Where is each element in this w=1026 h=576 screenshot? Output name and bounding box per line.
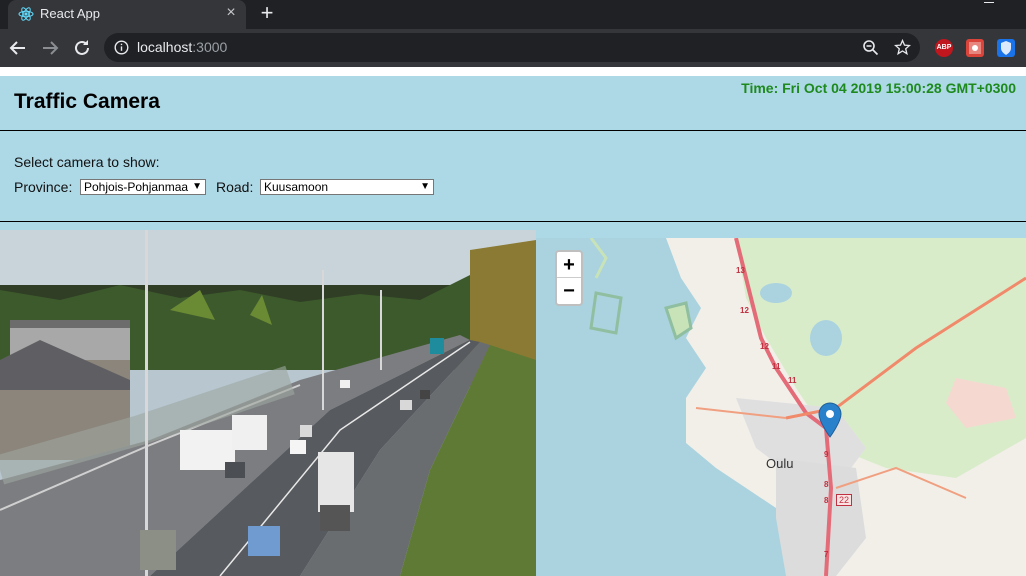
app-root: Traffic Camera Time: Fri Oct 04 2019 15:…	[0, 76, 1026, 576]
map-road-shield: 9	[824, 450, 829, 459]
map[interactable]: 13 12 12 11 11 9 8 8 7 22 Oulu + −	[536, 238, 1026, 576]
camera-selector: Select camera to show: Province: Pohjois…	[0, 132, 1026, 222]
select-prompt: Select camera to show:	[14, 154, 160, 170]
map-marker-icon[interactable]	[818, 402, 842, 438]
app-header: Traffic Camera Time: Fri Oct 04 2019 15:…	[0, 76, 1026, 131]
road-label: Road:	[216, 179, 254, 195]
province-select[interactable]: Pohjois-Pohjanmaa ▼	[80, 179, 206, 195]
window-minimize-icon[interactable]	[984, 0, 998, 10]
zoom-out-button[interactable]: −	[557, 278, 581, 304]
tab-close-icon[interactable]: ×	[222, 4, 240, 22]
map-road-shield: 11	[772, 362, 781, 371]
road-select-value: Kuusamoon	[264, 180, 329, 194]
map-zoom-control: + −	[555, 250, 583, 306]
page-title: Traffic Camera	[14, 90, 160, 113]
dropdown-arrow-icon: ▼	[420, 181, 430, 192]
react-icon	[18, 7, 34, 21]
camera-image-scene	[0, 230, 536, 576]
province-select-value: Pohjois-Pohjanmaa	[84, 180, 189, 194]
info-icon[interactable]	[114, 40, 129, 55]
url-text: localhost:3000	[137, 39, 228, 55]
map-road-shield: 8	[824, 496, 829, 505]
adblock-extension-icon[interactable]: ABP	[935, 39, 953, 57]
dropdown-arrow-icon: ▼	[192, 181, 202, 192]
extension-shield-icon[interactable]	[997, 39, 1015, 57]
address-bar[interactable]: localhost:3000	[104, 33, 920, 62]
road-select[interactable]: Kuusamoon ▼	[260, 179, 434, 195]
browser-tabbar: React App × +	[0, 0, 1026, 29]
back-arrow-icon[interactable]	[7, 37, 29, 59]
map-road-shield: 7	[824, 550, 829, 559]
browser-toolbar: localhost:3000	[0, 29, 1026, 67]
new-tab-button[interactable]: +	[256, 2, 278, 24]
forward-arrow-icon[interactable]	[39, 37, 61, 59]
browser-tab[interactable]: React App ×	[8, 0, 246, 29]
zoom-in-button[interactable]: +	[557, 252, 581, 278]
extension-icon[interactable]	[966, 39, 984, 57]
map-road-shield: 12	[740, 306, 749, 315]
current-time: Time: Fri Oct 04 2019 15:00:28 GMT+0300	[741, 80, 1016, 96]
map-road-shield: 8	[824, 480, 829, 489]
zoom-icon[interactable]	[862, 39, 879, 56]
map-road-shield: 22	[836, 494, 853, 506]
map-road-shield: 11	[788, 376, 797, 385]
map-road-shield: 12	[760, 342, 769, 351]
province-label: Province:	[14, 179, 73, 195]
tab-title: React App	[40, 6, 100, 21]
map-tiles	[589, 238, 1026, 576]
map-road-shield: 13	[736, 266, 745, 275]
bookmark-star-icon[interactable]	[894, 39, 911, 56]
reload-icon[interactable]	[71, 37, 93, 59]
camera-image	[0, 230, 536, 576]
map-city-label: Oulu	[766, 456, 794, 471]
